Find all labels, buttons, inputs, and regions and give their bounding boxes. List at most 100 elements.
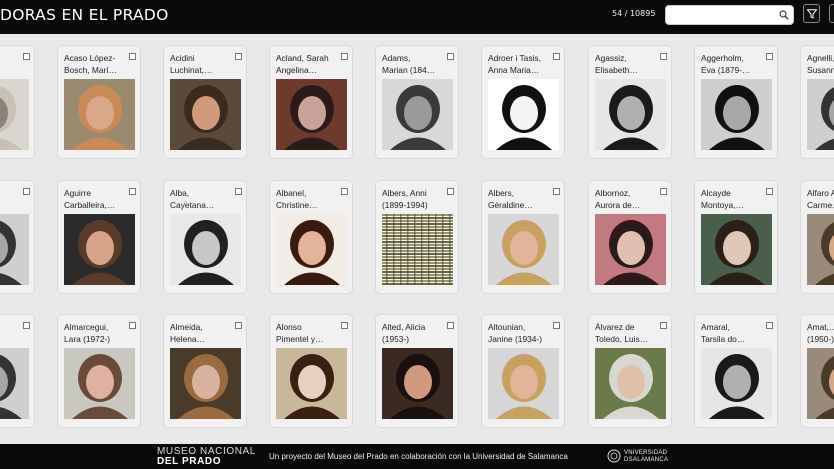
person-card[interactable]: Adams, Marian (184…	[376, 46, 458, 158]
portrait-image[interactable]	[807, 79, 834, 150]
person-name[interactable]: Amat,… (1950-)	[807, 321, 834, 347]
select-checkbox[interactable]	[23, 188, 30, 195]
person-card[interactable]: Albers, Anni (1899-1994)	[376, 181, 458, 293]
person-card[interactable]: Aggerholm, Eva (1879-…	[695, 46, 777, 158]
select-checkbox[interactable]	[660, 322, 667, 329]
person-name[interactable]	[0, 187, 22, 213]
portrait-image[interactable]	[488, 79, 559, 150]
person-card[interactable]: Agassiz, Elisabeth…	[589, 46, 671, 158]
person-card[interactable]: Albanel, Christine…	[270, 181, 352, 293]
select-checkbox[interactable]	[235, 53, 242, 60]
person-card[interactable]: Almarcegui, Lara (1972-)	[58, 315, 140, 427]
person-name[interactable]: Acaso López- Bosch, Marí…	[64, 52, 128, 78]
person-card[interactable]: Acland, Sarah Angelina…	[270, 46, 352, 158]
person-name[interactable]: Aguirre Carballeira,…	[64, 187, 128, 213]
person-name[interactable]: Alcayde Montoya,…	[701, 187, 765, 213]
select-checkbox[interactable]	[129, 53, 136, 60]
person-card[interactable]: Alted, Alicia (1953-)	[376, 315, 458, 427]
person-card[interactable]: Alfaro A… Carme…	[801, 181, 834, 293]
portrait-image[interactable]	[0, 214, 29, 285]
person-name[interactable]: Albers, Géraldine…	[488, 187, 552, 213]
person-name[interactable]: Alba, Cayetana…	[170, 187, 234, 213]
portrait-image[interactable]	[276, 214, 347, 285]
person-card[interactable]: …t,	[0, 46, 34, 158]
person-name[interactable]	[0, 321, 22, 347]
select-checkbox[interactable]	[23, 322, 30, 329]
portrait-image[interactable]	[382, 214, 453, 285]
person-name[interactable]: Alted, Alicia (1953-)	[382, 321, 446, 347]
university-logo-line1[interactable]: VNiVERSiDAD	[624, 450, 667, 456]
menu-button[interactable]	[829, 4, 834, 23]
search-input[interactable]	[670, 7, 779, 25]
person-name[interactable]: Acland, Sarah Angelina…	[276, 52, 340, 78]
person-name[interactable]: Albornoz, Aurora de…	[595, 187, 659, 213]
select-checkbox[interactable]	[553, 53, 560, 60]
person-card[interactable]: Albers, Géraldine…	[482, 181, 564, 293]
person-card[interactable]: Alcayde Montoya,…	[695, 181, 777, 293]
select-checkbox[interactable]	[23, 53, 30, 60]
person-name[interactable]: Adroer i Tasis, Anna Maria…	[488, 52, 552, 78]
portrait-image[interactable]	[0, 79, 29, 150]
person-name[interactable]: Aggerholm, Eva (1879-…	[701, 52, 765, 78]
person-name[interactable]: Alfaro A… Carme…	[807, 187, 834, 213]
select-checkbox[interactable]	[553, 322, 560, 329]
prado-logo-line2[interactable]: DEL PRADO	[157, 456, 221, 467]
person-card[interactable]: Aguirre Carballeira,…	[58, 181, 140, 293]
person-card[interactable]: Acaso López- Bosch, Marí…	[58, 46, 140, 158]
person-card[interactable]: Altounian, Janine (1934-)	[482, 315, 564, 427]
portrait-image[interactable]	[64, 348, 135, 419]
person-card[interactable]: Álvarez de Toledo, Luis…	[589, 315, 671, 427]
select-checkbox[interactable]	[660, 53, 667, 60]
select-checkbox[interactable]	[447, 53, 454, 60]
person-card[interactable]: Amat,… (1950-)	[801, 315, 834, 427]
person-name[interactable]: Adams, Marian (184…	[382, 52, 446, 78]
person-name[interactable]: Albanel, Christine…	[276, 187, 340, 213]
select-checkbox[interactable]	[341, 322, 348, 329]
person-card[interactable]: Agnelli, Susann…	[801, 46, 834, 158]
portrait-image[interactable]	[807, 348, 834, 419]
search-icon[interactable]	[779, 10, 789, 20]
select-checkbox[interactable]	[447, 322, 454, 329]
select-checkbox[interactable]	[660, 188, 667, 195]
person-name[interactable]: Agassiz, Elisabeth…	[595, 52, 659, 78]
select-checkbox[interactable]	[447, 188, 454, 195]
portrait-image[interactable]	[701, 79, 772, 150]
search-field[interactable]	[665, 5, 794, 25]
select-checkbox[interactable]	[553, 188, 560, 195]
select-checkbox[interactable]	[766, 322, 773, 329]
select-checkbox[interactable]	[129, 322, 136, 329]
person-name[interactable]: Amaral, Tarsila do…	[701, 321, 765, 347]
university-logo-line2[interactable]: DSALAMANCA	[624, 457, 668, 463]
select-checkbox[interactable]	[129, 188, 136, 195]
select-checkbox[interactable]	[235, 322, 242, 329]
portrait-image[interactable]	[170, 348, 241, 419]
person-name[interactable]: Almarcegui, Lara (1972-)	[64, 321, 128, 347]
person-name[interactable]: Albers, Anni (1899-1994)	[382, 187, 446, 213]
portrait-image[interactable]	[64, 214, 135, 285]
portrait-image[interactable]	[170, 214, 241, 285]
person-card[interactable]: Acidini Luchinat,…	[164, 46, 246, 158]
person-name[interactable]: …t,	[0, 52, 22, 78]
portrait-image[interactable]	[382, 79, 453, 150]
select-checkbox[interactable]	[341, 53, 348, 60]
person-card[interactable]: Alonso Pimentel y…	[270, 315, 352, 427]
select-checkbox[interactable]	[766, 188, 773, 195]
portrait-image[interactable]	[595, 79, 666, 150]
portrait-image[interactable]	[595, 348, 666, 419]
portrait-image[interactable]	[701, 348, 772, 419]
person-card[interactable]: Alba, Cayetana…	[164, 181, 246, 293]
person-card[interactable]: Albornoz, Aurora de…	[589, 181, 671, 293]
portrait-image[interactable]	[276, 348, 347, 419]
person-name[interactable]: Altounian, Janine (1934-)	[488, 321, 552, 347]
person-card[interactable]	[0, 315, 34, 427]
portrait-image[interactable]	[488, 348, 559, 419]
portrait-image[interactable]	[701, 214, 772, 285]
person-name[interactable]: Acidini Luchinat,…	[170, 52, 234, 78]
person-name[interactable]: Alonso Pimentel y…	[276, 321, 340, 347]
person-card[interactable]: Almeida, Helena…	[164, 315, 246, 427]
person-card[interactable]: Adroer i Tasis, Anna Maria…	[482, 46, 564, 158]
filter-button[interactable]	[803, 4, 820, 23]
portrait-image[interactable]	[0, 348, 29, 419]
portrait-image[interactable]	[488, 214, 559, 285]
portrait-image[interactable]	[276, 79, 347, 150]
